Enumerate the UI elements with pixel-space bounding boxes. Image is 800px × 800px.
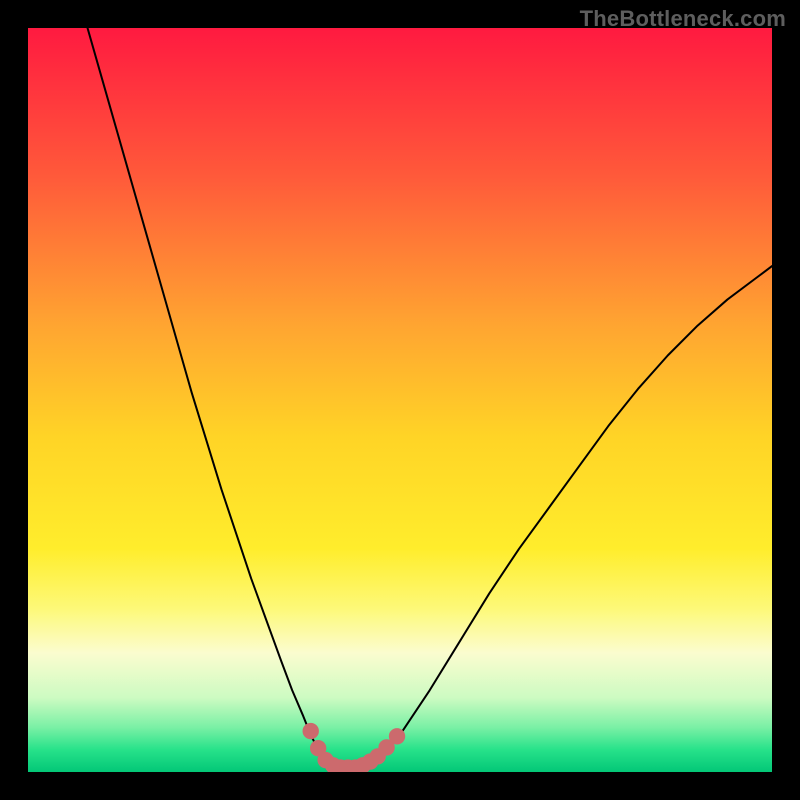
valley-marker [389,728,405,744]
watermark-text: TheBottleneck.com [580,6,786,32]
plot-area [28,28,772,772]
chart-svg [28,28,772,772]
chart-stage: TheBottleneck.com [0,0,800,800]
gradient-background [28,28,772,772]
valley-marker [303,723,319,739]
